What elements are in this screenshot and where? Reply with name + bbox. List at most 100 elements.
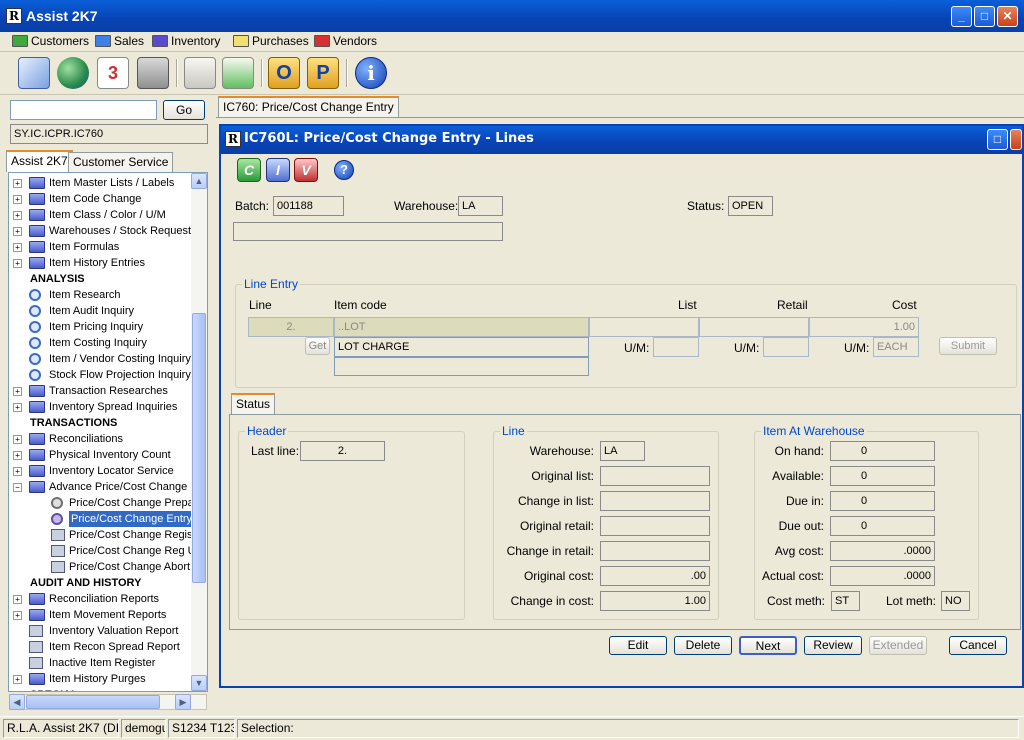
tree-item[interactable]: Price/Cost Change Reg U [9,543,207,559]
tree-item[interactable]: Item Costing Inquiry [9,335,207,351]
edit-button[interactable]: Edit [609,636,667,655]
calculator-icon[interactable] [137,57,169,89]
tree-item[interactable]: + Physical Inventory Count [9,447,207,463]
expand-icon[interactable]: + [13,675,22,684]
tree-item[interactable]: Item Pricing Inquiry [9,319,207,335]
tree-item[interactable]: + Reconciliations [9,431,207,447]
menu-purchases[interactable]: Purchases [231,33,309,51]
extended-button[interactable]: Extended [869,636,927,655]
globe-icon[interactable] [57,57,89,89]
line-number-field[interactable]: 2. [248,317,334,337]
cost-um-field[interactable]: EACH [873,337,919,357]
tree-item[interactable]: Price/Cost Change Abort [9,559,207,575]
tree-item[interactable]: + Transaction Researches [9,383,207,399]
expand-icon[interactable]: + [13,387,22,396]
scroll-up-icon[interactable]: ▲ [191,173,207,189]
item-description-field[interactable]: LOT CHARGE [334,337,589,357]
address-book-icon[interactable] [184,57,216,89]
close-button[interactable]: ✕ [997,6,1018,27]
expand-icon[interactable]: + [13,467,22,476]
outlook-icon[interactable]: O [268,57,300,89]
tree-item[interactable]: + Item Formulas [9,239,207,255]
tree-item[interactable]: + Item Code Change [9,191,207,207]
expand-icon[interactable]: + [13,403,22,412]
get-button[interactable]: Get [305,337,330,355]
search-input[interactable] [10,100,157,120]
report-chart-icon[interactable] [222,57,254,89]
menu-customers[interactable]: Customers [10,33,89,51]
tree-item[interactable]: Price/Cost Change Regist [9,527,207,543]
tree-item[interactable]: Inventory Valuation Report [9,623,207,639]
mail-icon[interactable] [18,57,50,89]
h-scroll-thumb[interactable] [26,695,160,709]
form-maximize-button[interactable]: □ [987,129,1008,150]
expand-icon[interactable]: + [13,259,22,268]
menu-inventory[interactable]: Inventory [150,33,220,51]
expand-icon[interactable]: + [13,435,22,444]
publisher-icon[interactable]: P [307,57,339,89]
help-icon[interactable]: ? [334,160,354,180]
next-button[interactable]: Next [739,636,797,655]
scroll-right-icon[interactable]: ▶ [175,694,191,710]
tree-item[interactable]: Item Audit Inquiry [9,303,207,319]
go-button[interactable]: Go [163,100,205,120]
expand-icon[interactable]: + [13,211,22,220]
tree-item[interactable]: Stock Flow Projection Inquiry [9,367,207,383]
tab-customer-service[interactable]: Customer Service [68,152,174,172]
tree-item[interactable]: Inactive Item Register [9,655,207,671]
tree-item[interactable]: Item / Vendor Costing Inquiry [9,351,207,367]
cancel-button[interactable]: Cancel [949,636,1007,655]
scroll-thumb[interactable] [192,313,206,583]
expand-icon[interactable]: + [13,227,22,236]
retail-um-field[interactable] [763,337,809,357]
tree-item[interactable]: + Item History Purges [9,671,207,687]
menu-sales[interactable]: Sales [93,33,144,51]
copy-c-icon[interactable]: C [237,158,261,182]
tree-item[interactable]: + Inventory Locator Service [9,463,207,479]
info-icon[interactable]: i [355,57,387,89]
item-code-field[interactable]: ..LOT [334,317,589,337]
form-close-button[interactable] [1010,129,1022,150]
minimize-button[interactable]: _ [951,6,972,27]
collapse-icon[interactable]: − [13,483,22,492]
tab-status[interactable]: Status [231,393,276,415]
tree-item[interactable]: + Warehouses / Stock Requests [9,223,207,239]
calendar-icon[interactable]: 3 [97,57,129,89]
list-field[interactable] [589,317,699,337]
folder-icon [29,481,45,493]
tree-item[interactable]: − Advance Price/Cost Change [9,479,207,495]
delete-button[interactable]: Delete [674,636,732,655]
list-um-field[interactable] [653,337,699,357]
tab-assist-2k7[interactable]: Assist 2K7 [6,150,73,172]
tree-item[interactable]: Price/Cost Change Entry [9,511,207,527]
scroll-left-icon[interactable]: ◀ [9,694,25,710]
expand-icon[interactable]: + [13,179,22,188]
tree-item[interactable]: + Item History Entries [9,255,207,271]
doc-tab-ic760[interactable]: IC760: Price/Cost Change Entry [218,96,399,118]
tree-item[interactable]: Item Research [9,287,207,303]
expand-icon[interactable]: + [13,451,22,460]
tree-item[interactable]: + Item Master Lists / Labels [9,175,207,191]
maximize-button[interactable]: □ [974,6,995,27]
tree-item[interactable]: Item Recon Spread Report [9,639,207,655]
cost-field[interactable]: 1.00 [809,317,919,337]
tree-item[interactable]: + Item Movement Reports [9,607,207,623]
tree-item[interactable]: Price/Cost Change Prepar [9,495,207,511]
tree-horizontal-scrollbar[interactable]: ◀ ▶ [9,694,207,710]
retail-field[interactable] [699,317,809,337]
review-button[interactable]: Review [804,636,862,655]
view-v-icon[interactable]: V [294,158,318,182]
info-i-icon[interactable]: I [266,158,290,182]
expand-icon[interactable]: + [13,595,22,604]
expand-icon[interactable]: + [13,243,22,252]
tree-item[interactable]: + Inventory Spread Inquiries [9,399,207,415]
menu-vendors[interactable]: Vendors [312,33,377,51]
tree-item[interactable]: + Reconciliation Reports [9,591,207,607]
scroll-down-icon[interactable]: ▼ [191,675,207,691]
expand-icon[interactable]: + [13,195,22,204]
expand-icon[interactable]: + [13,611,22,620]
item-description-2-field[interactable] [334,357,589,376]
submit-button[interactable]: Submit [939,337,997,355]
tree-item[interactable]: + Item Class / Color / U/M [9,207,207,223]
tree-vertical-scrollbar[interactable]: ▲ ▼ [191,173,207,691]
